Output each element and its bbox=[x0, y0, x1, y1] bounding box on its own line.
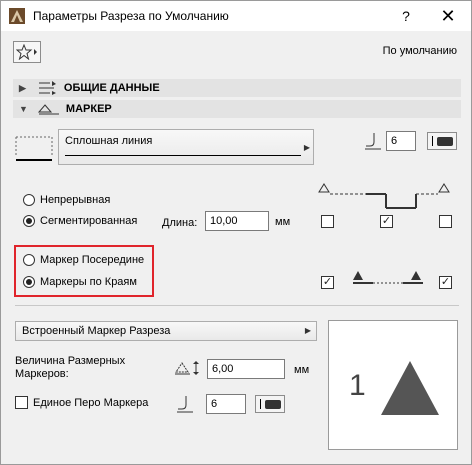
marker-type-value: Встроенный Маркер Разреза bbox=[22, 325, 171, 337]
pen-icon bbox=[365, 133, 381, 150]
app-icon bbox=[9, 8, 25, 24]
preview-marker-triangle-icon bbox=[381, 361, 439, 415]
uniform-pen-label: Единое Перо Маркера bbox=[33, 397, 149, 409]
length-label: Длина: bbox=[162, 217, 198, 229]
dropdown-arrow-icon: ▶ bbox=[304, 326, 311, 335]
radio-continuous[interactable]: Непрерывная bbox=[23, 194, 110, 206]
radio-marker-middle-dot[interactable] bbox=[23, 254, 35, 266]
radio-marker-edges-label: Маркеры по Краям bbox=[40, 276, 137, 288]
marker-size-label-line2: Маркеров: bbox=[15, 368, 69, 380]
pen-swatch-color bbox=[265, 400, 281, 409]
section-divider bbox=[15, 305, 459, 306]
segment-left-checkbox[interactable] bbox=[321, 215, 334, 228]
line-type-sample bbox=[65, 155, 301, 156]
section-general-icon bbox=[38, 81, 56, 95]
expand-arrow-icon: ▶ bbox=[19, 82, 26, 93]
segment-middle-checkbox[interactable]: ✓ bbox=[380, 215, 393, 228]
star-icon bbox=[16, 44, 37, 60]
radio-segmented-dot[interactable] bbox=[23, 215, 35, 227]
line-type-value: Сплошная линия bbox=[65, 135, 153, 147]
segment-right-checkbox[interactable] bbox=[439, 215, 452, 228]
section-marker-header[interactable]: ▼ МАРКЕР bbox=[13, 100, 461, 118]
marker-preview: 1 bbox=[328, 320, 458, 450]
line-pen-color-button[interactable] bbox=[427, 132, 457, 150]
marker-size-icon bbox=[175, 361, 199, 375]
marker-pen-field[interactable]: 6 bbox=[206, 394, 246, 414]
length-input[interactable]: 10,00 bbox=[205, 211, 269, 231]
marker-size-label-line1: Величина Размерных bbox=[15, 355, 126, 367]
marker-right-checkbox[interactable]: ✓ bbox=[439, 276, 452, 289]
radio-continuous-dot[interactable] bbox=[23, 194, 35, 206]
marker-type-dropdown[interactable]: Встроенный Маркер Разреза ▶ bbox=[15, 321, 317, 341]
pen-swatch-bar bbox=[260, 399, 261, 409]
default-settings-label: По умолчанию bbox=[382, 45, 457, 57]
favorites-button[interactable] bbox=[13, 41, 41, 63]
line-type-preview-icon bbox=[15, 136, 53, 161]
marker-pen-icon bbox=[177, 396, 193, 413]
uniform-pen-checkbox[interactable] bbox=[15, 396, 28, 409]
marker-size-unit: мм bbox=[294, 364, 310, 376]
length-unit-label: мм bbox=[275, 216, 291, 228]
pen-swatch-bar bbox=[432, 136, 433, 146]
help-button[interactable]: ? bbox=[386, 1, 426, 31]
preview-number: 1 bbox=[349, 369, 366, 402]
marker-size-input[interactable]: 6,00 bbox=[207, 359, 285, 379]
radio-segmented-label: Сегментированная bbox=[40, 215, 138, 227]
segment-line-diagram-icon bbox=[318, 183, 450, 209]
radio-marker-edges[interactable]: Маркеры по Краям bbox=[23, 276, 137, 288]
section-general-header[interactable]: ▶ ОБЩИЕ ДАННЫЕ bbox=[13, 79, 461, 97]
marker-edges-diagram-icon bbox=[353, 271, 423, 284]
radio-continuous-label: Непрерывная bbox=[40, 194, 111, 206]
marker-pen-color-button[interactable] bbox=[255, 395, 285, 413]
close-button[interactable]: ✕ bbox=[428, 1, 468, 31]
section-marker-title: МАРКЕР bbox=[65, 103, 112, 115]
marker-position-highlight bbox=[14, 245, 154, 297]
radio-marker-middle[interactable]: Маркер Посередине bbox=[23, 254, 144, 266]
dialog-window: Параметры Разреза по Умолчанию ? ✕ По ум… bbox=[0, 0, 472, 465]
radio-marker-edges-dot[interactable] bbox=[23, 276, 35, 288]
marker-left-checkbox[interactable]: ✓ bbox=[321, 276, 334, 289]
section-marker-icon bbox=[37, 104, 59, 115]
window-title: Параметры Разреза по Умолчанию bbox=[33, 9, 229, 23]
line-pen-field[interactable]: 6 bbox=[386, 131, 416, 151]
pen-swatch-color bbox=[437, 137, 453, 146]
title-bar: Параметры Разреза по Умолчанию ? ✕ bbox=[1, 1, 471, 31]
section-general-title: ОБЩИЕ ДАННЫЕ bbox=[63, 82, 160, 94]
collapse-arrow-icon: ▼ bbox=[19, 104, 28, 114]
radio-segmented[interactable]: Сегментированная bbox=[23, 215, 137, 227]
dropdown-arrow-icon: ▶ bbox=[303, 143, 310, 152]
radio-marker-middle-label: Маркер Посередине bbox=[40, 254, 145, 266]
line-type-dropdown[interactable]: Сплошная линия ▶ bbox=[58, 129, 314, 165]
